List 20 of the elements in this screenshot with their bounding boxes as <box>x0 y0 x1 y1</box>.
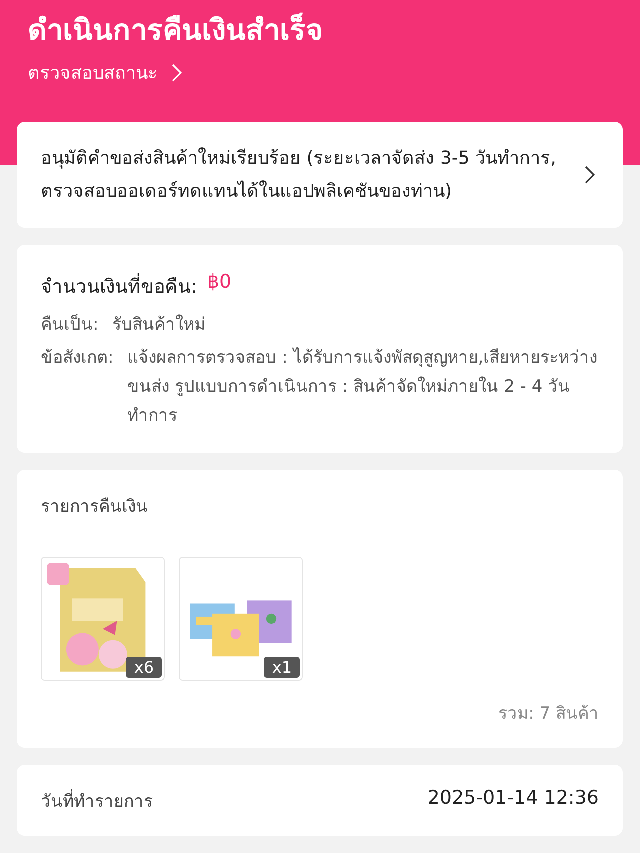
product-thumbnail[interactable]: x1 <box>179 557 303 681</box>
field-value: แจ้งผลการตรวจสอบ : ได้รับการแจ้งพัสดุสูญหาย,เสียหายระหว่างขนส่ง รูปแบบการดำเนินการ : สินค้าจัดใหม่ภายใน 2 - 4 วันทำการ <box>128 346 599 428</box>
field-value: รับสินค้าใหม่ <box>112 314 207 337</box>
status-link[interactable]: ตรวจสอบสถานะ <box>28 58 182 87</box>
product-thumbnail[interactable]: x6 <box>41 557 165 681</box>
notice-text: อนุมัติคำขอส่งสินค้าใหม่เรียบร้อย (ระยะเวลาจัดส่ง 3-5 วันทำการ, ตรวจสอบออเดอร์ทดแทนได้ในแอปพลิเคชันของท่าน) <box>41 146 558 204</box>
detail-label: วันที่ทำรายการ <box>41 787 153 814</box>
field-label: คืนเป็น: <box>41 313 99 337</box>
notice-card[interactable]: อนุมัติคำขอส่งสินค้าใหม่เรียบร้อย (ระยะเวลาจัดส่ง 3-5 วันทำการ, ตรวจสอบออเดอร์ทดแทนได้ในแอปพลิเคชันของท่าน) <box>17 122 623 228</box>
chevron-icon <box>585 166 595 184</box>
quantity-badge: x6 <box>126 657 162 678</box>
amount-label: จำนวนเงินที่ขอคืน: <box>41 271 198 301</box>
item-total: รวม: 7 สินค้า <box>498 703 599 726</box>
section-title: รายการคืนเงิน <box>41 496 149 519</box>
chevron-icon <box>172 64 182 82</box>
amount-value: ฿0 <box>207 271 232 295</box>
page-title: ดำเนินการคืนเงินสำเร็จ <box>28 12 324 49</box>
field-label: ข้อสังเกต: <box>41 347 114 370</box>
detail-value: 2025-01-14 12:36 <box>428 787 599 811</box>
quantity-badge: x1 <box>264 657 300 678</box>
